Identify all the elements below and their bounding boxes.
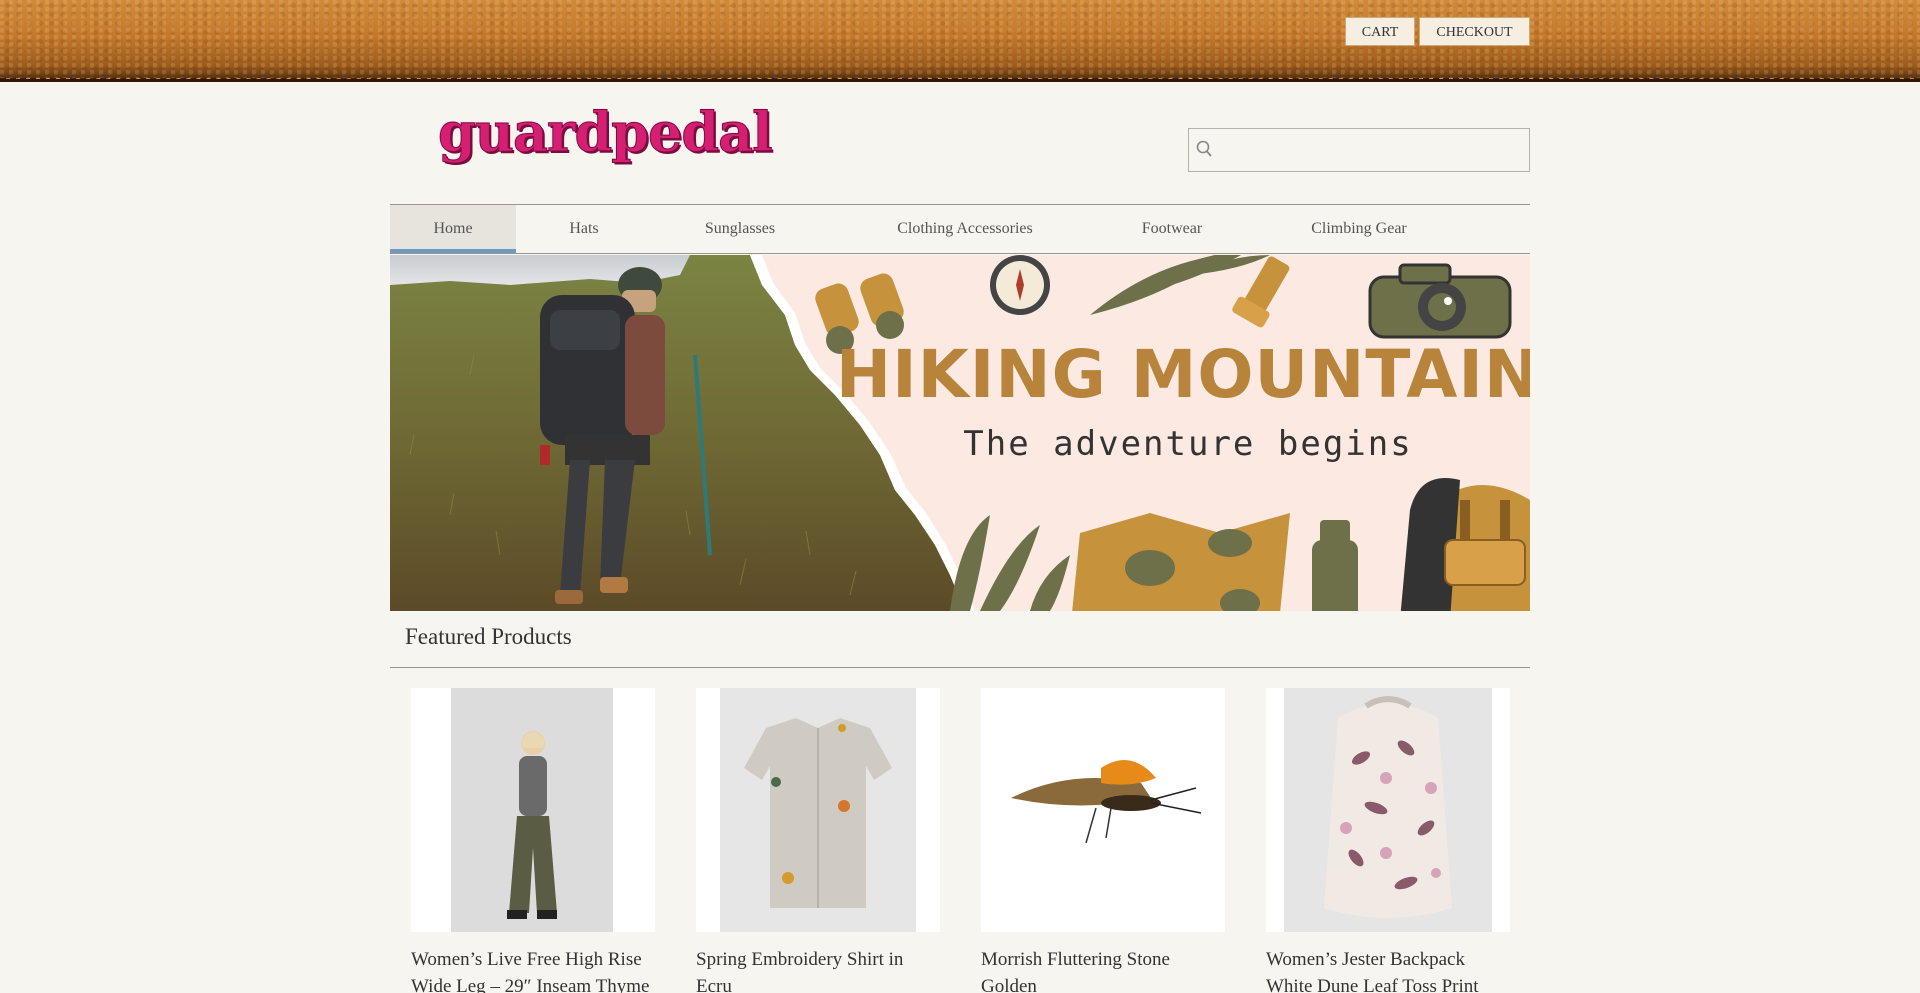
hero-headline: HIKING MOUNTAIN <box>836 336 1530 413</box>
product-card[interactable]: Women’s Jester Backpack White Dune Leaf … <box>1266 688 1512 993</box>
nav-item-footwear[interactable]: Footwear <box>1127 205 1217 253</box>
hero-illustration: HIKING MOUNTAIN The adventure begins <box>390 255 1530 611</box>
top-leather-banner <box>0 0 1920 82</box>
product-card[interactable]: Morrish Fluttering Stone Golden <box>981 688 1227 993</box>
product-card[interactable]: Women’s Live Free High Rise Wide Leg – 2… <box>411 688 657 993</box>
product-card[interactable]: Spring Embroidery Shirt in Ecru <box>696 688 942 993</box>
checkout-button[interactable]: CHECKOUT <box>1419 17 1530 46</box>
product-image[interactable] <box>411 688 655 932</box>
featured-products-heading: Featured Products <box>405 624 572 649</box>
nav-item-climbing-gear[interactable]: Climbing Gear <box>1296 205 1422 253</box>
hero-banner[interactable]: HIKING MOUNTAIN The adventure begins <box>390 255 1530 611</box>
nav-item-sunglasses[interactable]: Sunglasses <box>688 205 792 253</box>
nav-item-home[interactable]: Home <box>390 205 516 253</box>
main-navigation: Home Hats Sunglasses Clothing Accessorie… <box>390 204 1530 254</box>
site-logo[interactable]: guardpedal <box>438 100 774 165</box>
product-image[interactable] <box>1266 688 1510 932</box>
cart-button[interactable]: CART <box>1345 17 1415 46</box>
search-input[interactable] <box>1217 133 1523 167</box>
product-image[interactable] <box>696 688 940 932</box>
hero-tagline: The adventure begins <box>963 424 1412 464</box>
product-title[interactable]: Women’s Live Free High Rise Wide Leg – 2… <box>411 946 657 993</box>
search-box[interactable] <box>1188 128 1530 172</box>
search-icon <box>1196 140 1212 157</box>
product-title[interactable]: Morrish Fluttering Stone Golden <box>981 946 1227 993</box>
divider <box>390 667 1530 668</box>
product-title[interactable]: Spring Embroidery Shirt in Ecru <box>696 946 942 993</box>
product-title[interactable]: Women’s Jester Backpack White Dune Leaf … <box>1266 946 1512 993</box>
nav-item-clothing-accessories[interactable]: Clothing Accessories <box>880 205 1050 253</box>
nav-item-hats[interactable]: Hats <box>545 205 623 253</box>
product-image[interactable] <box>981 688 1225 932</box>
